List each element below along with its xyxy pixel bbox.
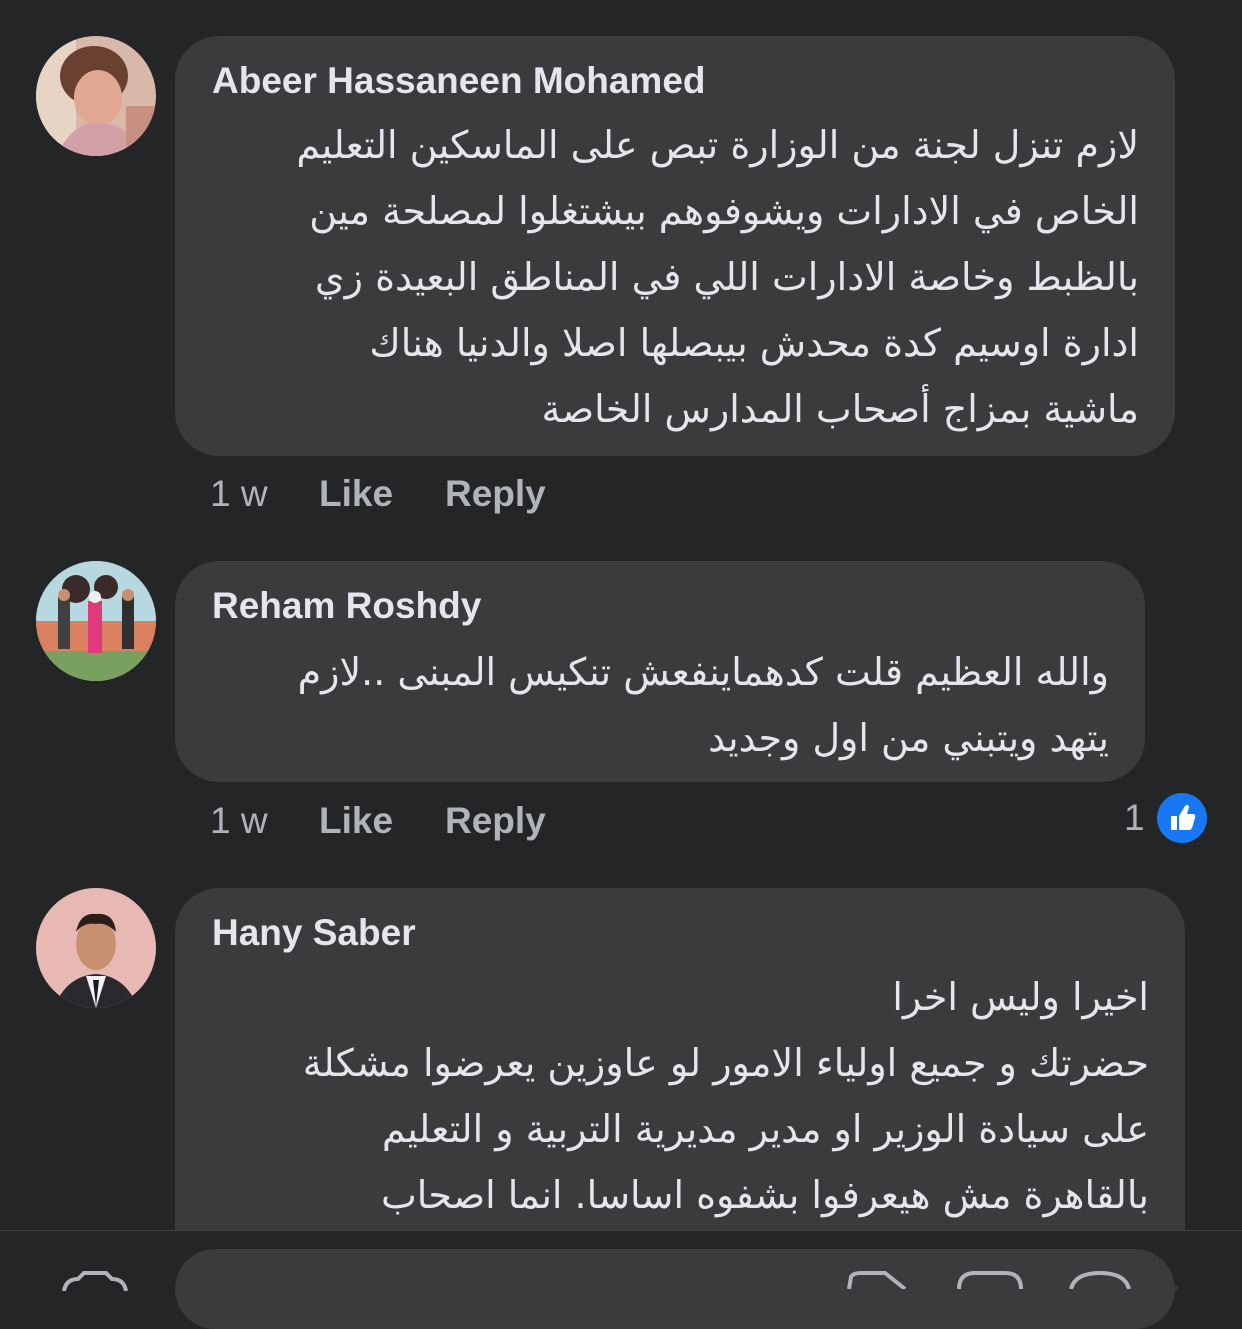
comment-author[interactable]: Reham Roshdy bbox=[212, 585, 481, 627]
comment-text-line: لازم تنزل لجنة من الوزارة تبص على الماسك… bbox=[296, 123, 1139, 167]
avatar-image bbox=[36, 36, 156, 156]
comment-text-line: حضرتك و جميع اولياء الامور لو عاوزين يعر… bbox=[302, 1041, 1149, 1085]
comment-text-line: اخيرا وليس اخرا bbox=[892, 975, 1149, 1019]
comment-input[interactable] bbox=[175, 1249, 1175, 1329]
comment-text: والله العظيم قلت كدهماينفعش تنكيس المبنى… bbox=[298, 639, 1109, 771]
comment-composer bbox=[0, 1230, 1242, 1329]
comment-text-line: ادارة اوسيم كدة محدش بيبصلها اصلا والدني… bbox=[369, 321, 1139, 365]
like-button[interactable]: Like bbox=[319, 473, 393, 515]
comment-text: لازم تنزل لجنة من الوزارة تبص على الماسك… bbox=[296, 112, 1139, 442]
emoji-icon[interactable] bbox=[1065, 1269, 1135, 1294]
comment-text-line: بالظبط وخاصة الادارات اللي في المناطق ال… bbox=[314, 255, 1139, 299]
sticker-icon[interactable] bbox=[955, 1269, 1025, 1294]
avatar-image bbox=[36, 561, 156, 681]
comment-author[interactable]: Abeer Hassaneen Mohamed bbox=[212, 60, 706, 102]
comment-author[interactable]: Hany Saber bbox=[212, 912, 416, 954]
reply-button[interactable]: Reply bbox=[445, 800, 546, 842]
gif-icon[interactable] bbox=[845, 1269, 915, 1294]
comment-text-line: الخاص في الادارات ويشوفوهم بيشتغلوا لمصل… bbox=[309, 189, 1139, 233]
like-button[interactable]: Like bbox=[319, 800, 393, 842]
comment-text-line: على سيادة الوزير او مدير مديرية التربية … bbox=[381, 1107, 1149, 1151]
avatar[interactable] bbox=[36, 36, 156, 156]
comment-text-line: ماشية بمزاج أصحاب المدارس الخاصة bbox=[541, 387, 1139, 431]
comment-timestamp[interactable]: 1 w bbox=[210, 800, 268, 842]
camera-icon[interactable] bbox=[60, 1271, 130, 1296]
comment-text-line: يتهد ويتبني من اول وجديد bbox=[708, 716, 1109, 760]
comment-bubble: Abeer Hassaneen Mohamed لازم تنزل لجنة م… bbox=[175, 36, 1175, 456]
reaction-count: 1 bbox=[1124, 797, 1145, 838]
comment-text-line: والله العظيم قلت كدهماينفعش تنكيس المبنى… bbox=[297, 650, 1109, 694]
thumbs-up-icon bbox=[1157, 793, 1207, 843]
comment-bubble: Reham Roshdy والله العظيم قلت كدهماينفعش… bbox=[175, 561, 1145, 782]
comment-timestamp[interactable]: 1 w bbox=[210, 473, 268, 515]
avatar[interactable] bbox=[36, 888, 156, 1008]
comment-text-line: بالقاهرة مش هيعرفوا بشفوه اساسا. انما اص… bbox=[381, 1173, 1149, 1217]
comment-text: اخيرا وليس اخرا حضرتك و جميع اولياء الام… bbox=[303, 964, 1149, 1228]
avatar-image bbox=[36, 888, 156, 1008]
avatar[interactable] bbox=[36, 561, 156, 681]
reply-button[interactable]: Reply bbox=[445, 473, 546, 515]
